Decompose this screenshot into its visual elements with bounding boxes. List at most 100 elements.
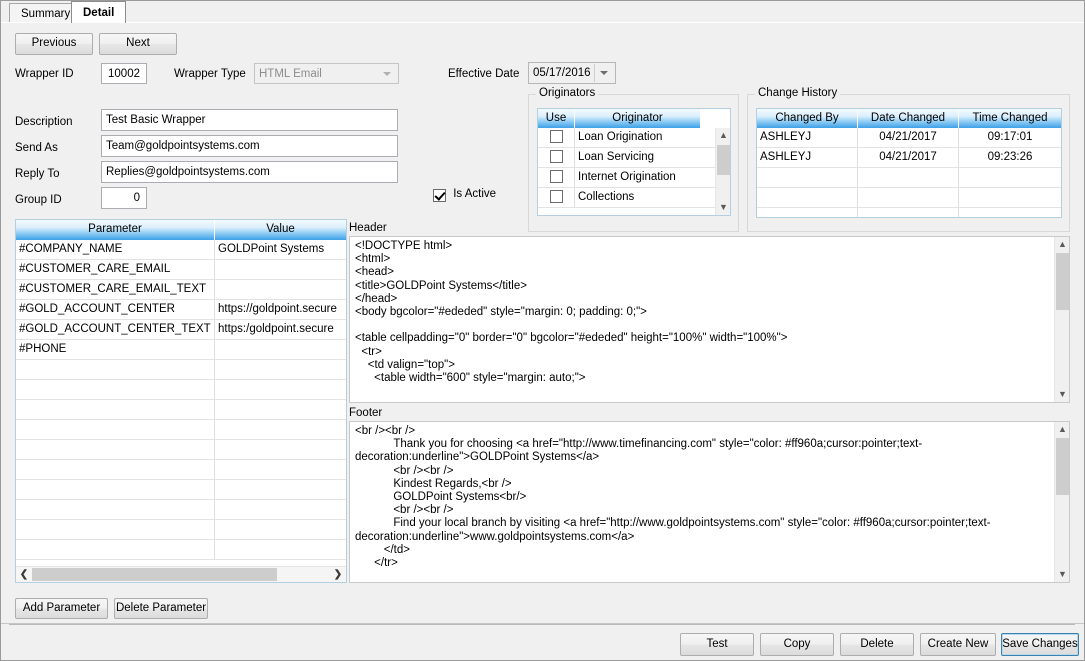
detail-surface: Previous Next Wrapper ID 10002 Wrapper T… bbox=[1, 23, 1084, 623]
table-row[interactable] bbox=[757, 188, 1061, 208]
table-row[interactable]: ASHLEYJ 04/21/2017 09:17:01 bbox=[757, 128, 1061, 148]
table-row[interactable]: Internet Origination bbox=[538, 168, 730, 188]
footer-code-area[interactable]: <br /><br /> Thank you for choosing <a h… bbox=[349, 421, 1070, 583]
originator-name-cell: Collections bbox=[578, 191, 635, 203]
parameters-horizontal-scrollbar[interactable]: ❮ ❯ bbox=[16, 566, 346, 582]
ch-date-cell bbox=[858, 168, 959, 187]
table-row[interactable]: #COMPANY_NAME GOLDPoint Systems bbox=[16, 240, 346, 260]
table-row[interactable]: #PHONE bbox=[16, 340, 346, 360]
table-row[interactable]: ASHLEYJ 04/21/2017 09:23:26 bbox=[757, 148, 1061, 168]
previous-button-label: Previous bbox=[31, 37, 77, 50]
scroll-left-icon[interactable]: ❮ bbox=[16, 567, 32, 582]
originators-grid[interactable]: Use Originator Loan Origination Loan Ser… bbox=[537, 108, 731, 216]
parameters-col-value[interactable]: Value bbox=[215, 220, 346, 240]
table-row[interactable] bbox=[757, 168, 1061, 188]
parameter-value-cell bbox=[215, 280, 346, 299]
scroll-down-icon[interactable]: ▼ bbox=[716, 200, 730, 215]
table-row[interactable] bbox=[16, 400, 346, 420]
table-row[interactable]: #GOLD_ACCOUNT_CENTER https://goldpoint.se… bbox=[16, 300, 346, 320]
originator-name-cell: Loan Origination bbox=[578, 131, 663, 143]
parameters-grid[interactable]: Parameter Value #COMPANY_NAME GOLDPoint S… bbox=[15, 219, 347, 583]
scroll-up-icon[interactable]: ▲ bbox=[1055, 237, 1069, 252]
table-row[interactable] bbox=[16, 480, 346, 500]
parameter-value-cell bbox=[215, 400, 346, 419]
parameter-name-cell: #COMPANY_NAME bbox=[16, 240, 215, 259]
originator-use-cell[interactable] bbox=[538, 148, 575, 167]
ch-time-cell bbox=[959, 168, 1061, 187]
table-row[interactable] bbox=[16, 360, 346, 380]
effective-date-label: Effective Date bbox=[448, 68, 520, 80]
header-code-area[interactable]: <!DOCTYPE html> <html> <head> <title>GOL… bbox=[349, 236, 1070, 403]
checkbox-icon[interactable] bbox=[549, 130, 563, 144]
table-row[interactable] bbox=[16, 380, 346, 400]
originator-use-cell[interactable] bbox=[538, 188, 575, 207]
ch-col-date-changed[interactable]: Date Changed bbox=[858, 109, 959, 128]
table-row[interactable] bbox=[16, 460, 346, 480]
table-row[interactable]: Loan Servicing bbox=[538, 148, 730, 168]
parameter-name-cell: #GOLD_ACCOUNT_CENTER_TEXT bbox=[16, 320, 215, 339]
parameters-col-parameter[interactable]: Parameter bbox=[16, 220, 215, 240]
copy-button[interactable]: Copy bbox=[760, 633, 834, 656]
next-button[interactable]: Next bbox=[99, 33, 177, 55]
originator-use-cell[interactable] bbox=[538, 168, 575, 187]
delete-parameter-button[interactable]: Delete Parameter bbox=[114, 598, 208, 619]
table-row[interactable] bbox=[757, 208, 1061, 217]
originators-col-use[interactable]: Use bbox=[538, 109, 575, 128]
scrollbar-thumb[interactable] bbox=[32, 568, 277, 581]
checkbox-icon[interactable] bbox=[549, 150, 563, 164]
add-parameter-button[interactable]: Add Parameter bbox=[15, 598, 108, 619]
scroll-down-icon[interactable]: ▼ bbox=[1055, 567, 1069, 582]
originators-vertical-scrollbar[interactable]: ▲ ▼ bbox=[715, 128, 730, 215]
table-row[interactable]: #CUSTOMER_CARE_EMAIL_TEXT bbox=[16, 280, 346, 300]
scrollbar-thumb[interactable] bbox=[1056, 438, 1069, 495]
originator-use-cell[interactable] bbox=[538, 128, 575, 147]
ch-changed-by-cell bbox=[757, 208, 858, 217]
ch-col-time-changed[interactable]: Time Changed bbox=[959, 109, 1061, 128]
originators-col-blank[interactable] bbox=[701, 109, 730, 128]
wrapper-id-field[interactable]: 10002 bbox=[101, 63, 147, 84]
description-field[interactable]: Test Basic Wrapper bbox=[101, 109, 398, 131]
scroll-up-icon[interactable]: ▲ bbox=[716, 128, 730, 143]
parameter-name-cell bbox=[16, 480, 215, 499]
effective-date-value: 05/17/2016 bbox=[533, 67, 591, 79]
ch-time-cell bbox=[959, 188, 1061, 207]
parameter-name-cell bbox=[16, 400, 215, 419]
table-row[interactable]: #CUSTOMER_CARE_EMAIL bbox=[16, 260, 346, 280]
table-row[interactable] bbox=[16, 440, 346, 460]
table-row[interactable]: Collections bbox=[538, 188, 730, 208]
originators-col-originator[interactable]: Originator bbox=[575, 109, 701, 128]
ch-col-changed-by[interactable]: Changed By bbox=[757, 109, 858, 128]
wrapper-type-dropdown[interactable]: HTML Email bbox=[254, 63, 399, 84]
scroll-down-icon[interactable]: ▼ bbox=[1055, 387, 1069, 402]
delete-button[interactable]: Delete bbox=[840, 633, 914, 656]
scrollbar-thumb[interactable] bbox=[717, 145, 730, 175]
checkbox-icon[interactable] bbox=[549, 190, 563, 204]
previous-button[interactable]: Previous bbox=[15, 33, 93, 55]
originator-name-cell: Internet Origination bbox=[578, 171, 676, 183]
scrollbar-thumb[interactable] bbox=[1056, 253, 1069, 310]
group-id-field[interactable]: 0 bbox=[101, 187, 147, 209]
footer-vertical-scrollbar[interactable]: ▲ ▼ bbox=[1054, 422, 1069, 582]
table-row[interactable]: Loan Origination bbox=[538, 128, 730, 148]
send-as-field[interactable]: Team@goldpointsystems.com bbox=[101, 135, 398, 157]
scroll-right-icon[interactable]: ❯ bbox=[330, 567, 346, 582]
scroll-up-icon[interactable]: ▲ bbox=[1055, 422, 1069, 437]
change-history-grid[interactable]: Changed By Date Changed Time Changed ASH… bbox=[756, 108, 1062, 218]
is-active-checkbox[interactable]: Is Active bbox=[433, 188, 496, 205]
parameter-value-cell bbox=[215, 540, 346, 559]
test-button[interactable]: Test bbox=[680, 633, 754, 656]
effective-date-picker[interactable]: 05/17/2016 bbox=[528, 62, 616, 84]
table-row[interactable] bbox=[16, 420, 346, 440]
checkbox-icon[interactable] bbox=[549, 170, 563, 184]
reply-to-field[interactable]: Replies@goldpointsystems.com bbox=[101, 161, 398, 183]
create-new-button[interactable]: Create New bbox=[920, 633, 996, 656]
parameter-value-cell bbox=[215, 460, 346, 479]
table-row[interactable] bbox=[16, 520, 346, 540]
table-row[interactable]: #GOLD_ACCOUNT_CENTER_TEXT https:/goldpoin… bbox=[16, 320, 346, 340]
header-vertical-scrollbar[interactable]: ▲ ▼ bbox=[1054, 237, 1069, 402]
table-row[interactable] bbox=[16, 500, 346, 520]
table-row[interactable] bbox=[16, 540, 346, 560]
parameter-value-cell bbox=[215, 520, 346, 539]
tab-detail[interactable]: Detail bbox=[71, 1, 127, 23]
save-changes-button[interactable]: Save Changes bbox=[1001, 633, 1079, 656]
